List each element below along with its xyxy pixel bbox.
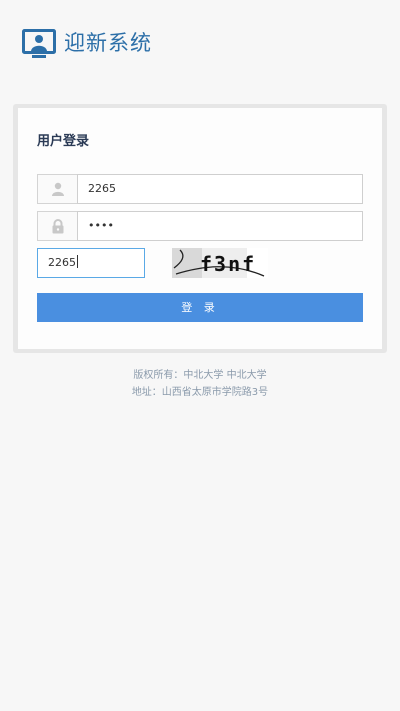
footer-copyright: 版权所有：中北大学 中北大学 bbox=[133, 370, 267, 381]
username-input[interactable]: 2265 bbox=[77, 174, 363, 204]
text-caret bbox=[77, 255, 78, 268]
captcha-input-value: 2265 bbox=[48, 256, 76, 269]
login-button[interactable]: 登 录 bbox=[37, 293, 363, 322]
captcha-input[interactable]: 2265 bbox=[37, 248, 145, 278]
footer-address: 地址：山西省太原市学院路3号 bbox=[131, 387, 269, 398]
app-header: 迎新系统 bbox=[0, 0, 400, 88]
lock-icon-addon bbox=[37, 211, 77, 241]
password-row: •••• bbox=[37, 211, 363, 241]
login-title: 用户登录 bbox=[37, 134, 90, 149]
username-row: 2265 bbox=[37, 174, 363, 204]
captcha-image[interactable]: f3nf bbox=[172, 248, 268, 278]
password-input[interactable]: •••• bbox=[77, 211, 363, 241]
captcha-text: f3nf bbox=[200, 252, 256, 276]
monitor-user-icon bbox=[22, 29, 56, 58]
app-title: 迎新系统 bbox=[64, 31, 152, 55]
user-icon bbox=[51, 182, 64, 196]
lock-icon bbox=[52, 218, 63, 233]
user-icon-addon bbox=[37, 174, 77, 204]
